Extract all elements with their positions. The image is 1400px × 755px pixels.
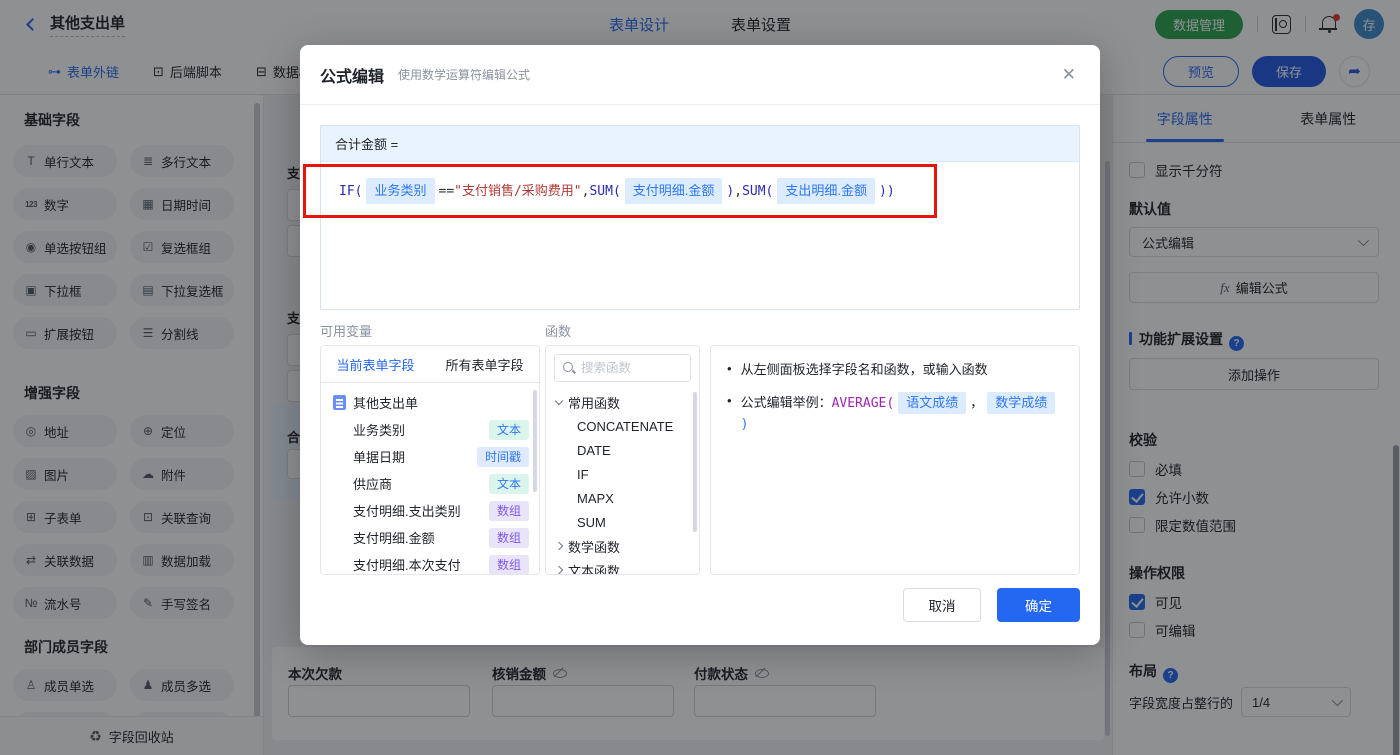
bullet-icon: •	[727, 361, 732, 376]
modal-subtitle: 使用数学运算符编辑公式	[398, 68, 531, 82]
function-group-math[interactable]: 数学函数	[546, 534, 699, 558]
close-icon[interactable]: ✕	[1062, 66, 1076, 83]
field-token: 数学成绩	[987, 392, 1056, 414]
variables-panel: 当前表单字段 所有表单字段 其他支出单 业务类别 文本 单据日期 时间戳 供应商	[320, 345, 540, 575]
function-item[interactable]: IF	[546, 462, 699, 486]
form-doc-icon	[333, 395, 346, 410]
functions-panel: 常用函数 CONCATENATE DATE IF MAPX SUM 数学函数 文…	[545, 345, 700, 575]
variables-label: 可用变量	[320, 324, 373, 339]
variables-scrollbar[interactable]	[533, 390, 537, 492]
type-badge: 数组	[488, 500, 529, 521]
form-designer-app: 其他支出单 表单设计 表单设置 数据管理 存 ⊶ 表单外链 ⊡ 后端脚本 ⊟ 数据权限…	[0, 0, 1400, 755]
modal-title: 公式编辑	[320, 68, 385, 86]
variable-field-row[interactable]: 单据日期 时间戳	[333, 443, 529, 470]
bullet-icon: •	[727, 393, 732, 408]
type-badge: 文本	[488, 473, 529, 494]
formula-target-field: 合计金额 =	[321, 126, 1079, 162]
type-badge: 时间戳	[476, 446, 529, 467]
function-group-text[interactable]: 文本函数	[546, 558, 699, 574]
cancel-button[interactable]: 取消	[903, 588, 981, 622]
chevron-right-icon	[554, 565, 564, 574]
function-item[interactable]: CONCATENATE	[546, 414, 699, 438]
function-search-input[interactable]	[581, 361, 682, 375]
formula-expression[interactable]: IF(业务类别 =="支付销售/采购费用",SUM(支付明细.金额),SUM(支出…	[321, 162, 1079, 220]
tab-current-form-fields[interactable]: 当前表单字段	[321, 346, 430, 382]
type-badge: 文本	[488, 419, 529, 440]
field-token[interactable]: 支出明细.金额	[777, 178, 875, 204]
chevron-right-icon	[554, 541, 564, 551]
type-badge: 数组	[488, 527, 529, 548]
function-item[interactable]: SUM	[546, 510, 699, 534]
variable-field-row[interactable]: 业务类别 文本	[333, 416, 529, 443]
confirm-button[interactable]: 确定	[997, 588, 1080, 622]
tree-node-form[interactable]: 其他支出单	[333, 389, 529, 416]
function-item[interactable]: DATE	[546, 438, 699, 462]
type-badge: 数组	[488, 554, 529, 574]
formula-help-panel: • 从左侧面板选择字段名和函数，或输入函数 • 公式编辑举例：AVERAGE(语…	[710, 345, 1080, 575]
variable-field-row[interactable]: 支付明细.金额 数组	[333, 524, 529, 551]
function-search[interactable]	[554, 354, 691, 382]
formula-editor: 合计金额 = IF(业务类别 =="支付销售/采购费用",SUM(支付明细.金额)…	[320, 125, 1080, 310]
variable-field-row[interactable]: 支付明细.本次支付 数组	[333, 551, 529, 574]
formula-editor-modal: 公式编辑 使用数学运算符编辑公式 ✕ 合计金额 = IF(业务类别 =="支付销售…	[300, 45, 1100, 645]
chevron-down-icon	[554, 396, 564, 405]
function-item[interactable]: MAPX	[546, 486, 699, 510]
variable-field-row[interactable]: 支付明细.支出类别 数组	[333, 497, 529, 524]
search-icon	[563, 362, 575, 374]
functions-label: 函数	[545, 324, 572, 339]
variable-field-row[interactable]: 供应商 文本	[333, 470, 529, 497]
field-token: 语文成绩	[898, 392, 967, 414]
help-line-1: 从左侧面板选择字段名和函数，或输入函数	[740, 362, 988, 377]
functions-scrollbar[interactable]	[693, 392, 697, 532]
field-token[interactable]: 支付明细.金额	[624, 178, 723, 204]
tab-all-form-fields[interactable]: 所有表单字段	[430, 346, 539, 382]
field-token[interactable]: 业务类别	[366, 178, 435, 204]
help-line-2: 公式编辑举例：AVERAGE(语文成绩，数学成绩)	[741, 392, 1063, 435]
function-group-common[interactable]: 常用函数	[546, 390, 699, 414]
